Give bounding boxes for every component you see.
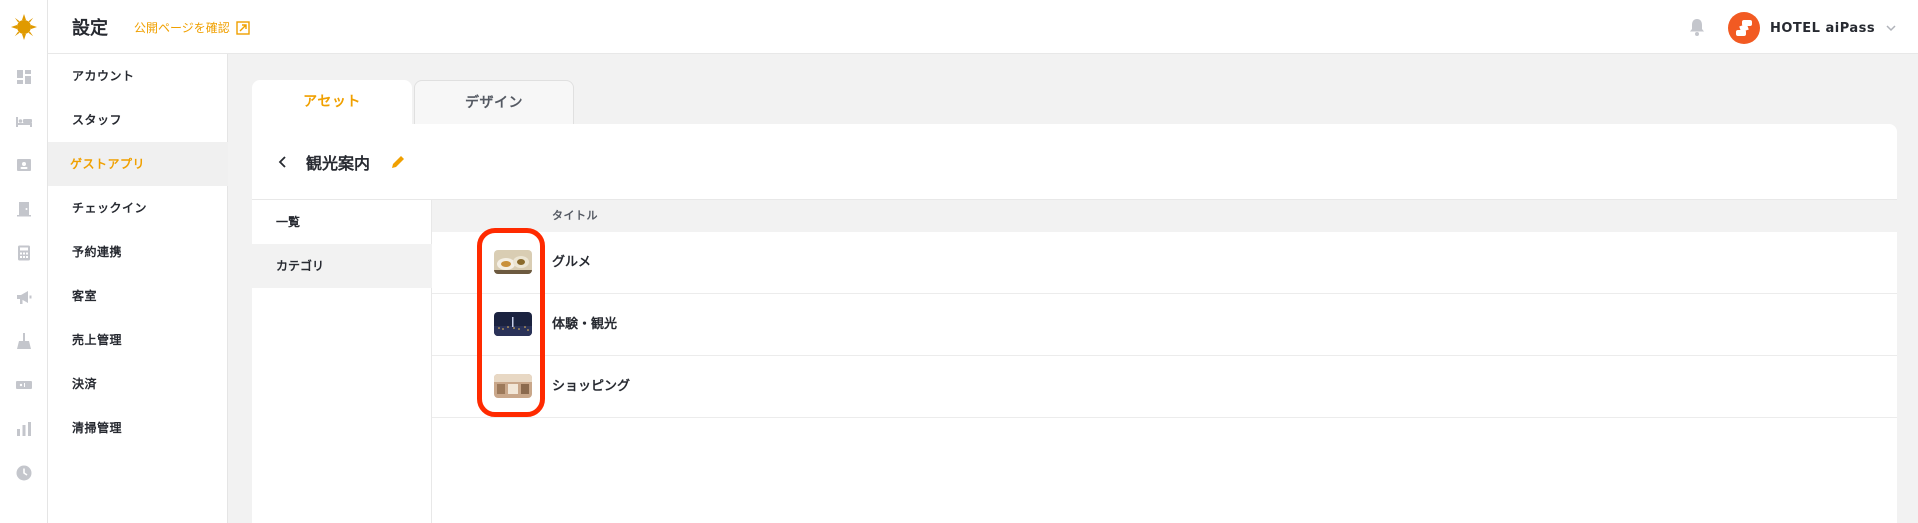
row-title[interactable]: グルメ	[552, 232, 591, 294]
account-menu[interactable]: HOTEL aiPass	[1728, 12, 1897, 44]
clock-icon[interactable]	[15, 464, 33, 482]
top-header: 設定 公開ページを確認 HOTEL aiPass	[48, 0, 1918, 54]
preview-public-page-link[interactable]: 公開ページを確認	[134, 19, 250, 36]
row-title[interactable]: 体験・観光	[552, 294, 617, 356]
shopping-image	[494, 374, 532, 398]
hotel-logo-icon	[1736, 20, 1752, 36]
cleaning-icon[interactable]	[15, 332, 33, 350]
ticket-icon[interactable]	[15, 376, 33, 394]
menu-item-staff[interactable]: スタッフ	[48, 98, 228, 142]
sub-nav-category[interactable]: カテゴリ	[252, 244, 432, 288]
menu-item-account[interactable]: アカウント	[48, 54, 228, 98]
megaphone-icon[interactable]	[15, 288, 33, 306]
section-header: 観光案内	[276, 150, 406, 174]
icon-rail	[0, 0, 48, 523]
night-city-image	[494, 312, 532, 336]
table-row[interactable]: グルメ	[432, 232, 1897, 294]
dashboard-icon[interactable]	[15, 68, 33, 86]
contacts-icon[interactable]	[15, 156, 33, 174]
category-table: タイトル グルメ 体験・観光 ショッピング	[432, 199, 1897, 523]
bell-icon[interactable]	[1688, 17, 1706, 37]
menu-item-checkin[interactable]: チェックイン	[48, 186, 228, 230]
category-thumbnail	[494, 312, 532, 336]
chevron-down-icon[interactable]	[1885, 22, 1897, 34]
account-name[interactable]: HOTEL aiPass	[1770, 21, 1875, 36]
content-tabs: アセット デザイン	[252, 80, 574, 124]
tab-assets[interactable]: アセット	[252, 80, 412, 124]
table-row[interactable]: ショッピング	[432, 356, 1897, 418]
calculator-icon[interactable]	[15, 244, 33, 262]
content-card: 観光案内 一覧 カテゴリ タイトル グルメ 体験・観光 ショッピング	[252, 124, 1897, 523]
section-title: 観光案内	[306, 154, 371, 173]
table-row[interactable]: 体験・観光	[432, 294, 1897, 356]
row-title[interactable]: ショッピング	[552, 356, 630, 418]
category-thumbnail	[494, 374, 532, 398]
door-icon[interactable]	[15, 200, 33, 218]
bar-chart-icon[interactable]	[15, 420, 33, 438]
sub-nav: 一覧 カテゴリ	[252, 199, 432, 523]
tab-design[interactable]: デザイン	[414, 80, 574, 124]
external-link-icon[interactable]	[236, 20, 250, 35]
food-image	[494, 250, 532, 274]
bed-icon[interactable]	[15, 112, 33, 130]
back-arrow-icon[interactable]	[276, 155, 290, 169]
menu-item-payment[interactable]: 決済	[48, 362, 228, 406]
settings-menu: アカウント スタッフ ゲストアプリ チェックイン 予約連携 客室 売上管理 決済…	[48, 54, 228, 523]
menu-item-guest-app[interactable]: ゲストアプリ	[48, 142, 228, 186]
sun-logo-icon[interactable]	[11, 14, 37, 40]
sub-nav-list[interactable]: 一覧	[252, 200, 432, 244]
preview-link-label[interactable]: 公開ページを確認	[134, 19, 230, 36]
menu-item-reservation-sync[interactable]: 予約連携	[48, 230, 228, 274]
column-header-title: タイトル	[432, 200, 1897, 232]
page-title: 設定	[72, 18, 108, 39]
avatar[interactable]	[1728, 12, 1760, 44]
menu-item-sales[interactable]: 売上管理	[48, 318, 228, 362]
menu-item-rooms[interactable]: 客室	[48, 274, 228, 318]
category-thumbnail	[494, 250, 532, 274]
pencil-icon[interactable]	[390, 154, 406, 170]
menu-item-cleaning[interactable]: 清掃管理	[48, 406, 228, 450]
